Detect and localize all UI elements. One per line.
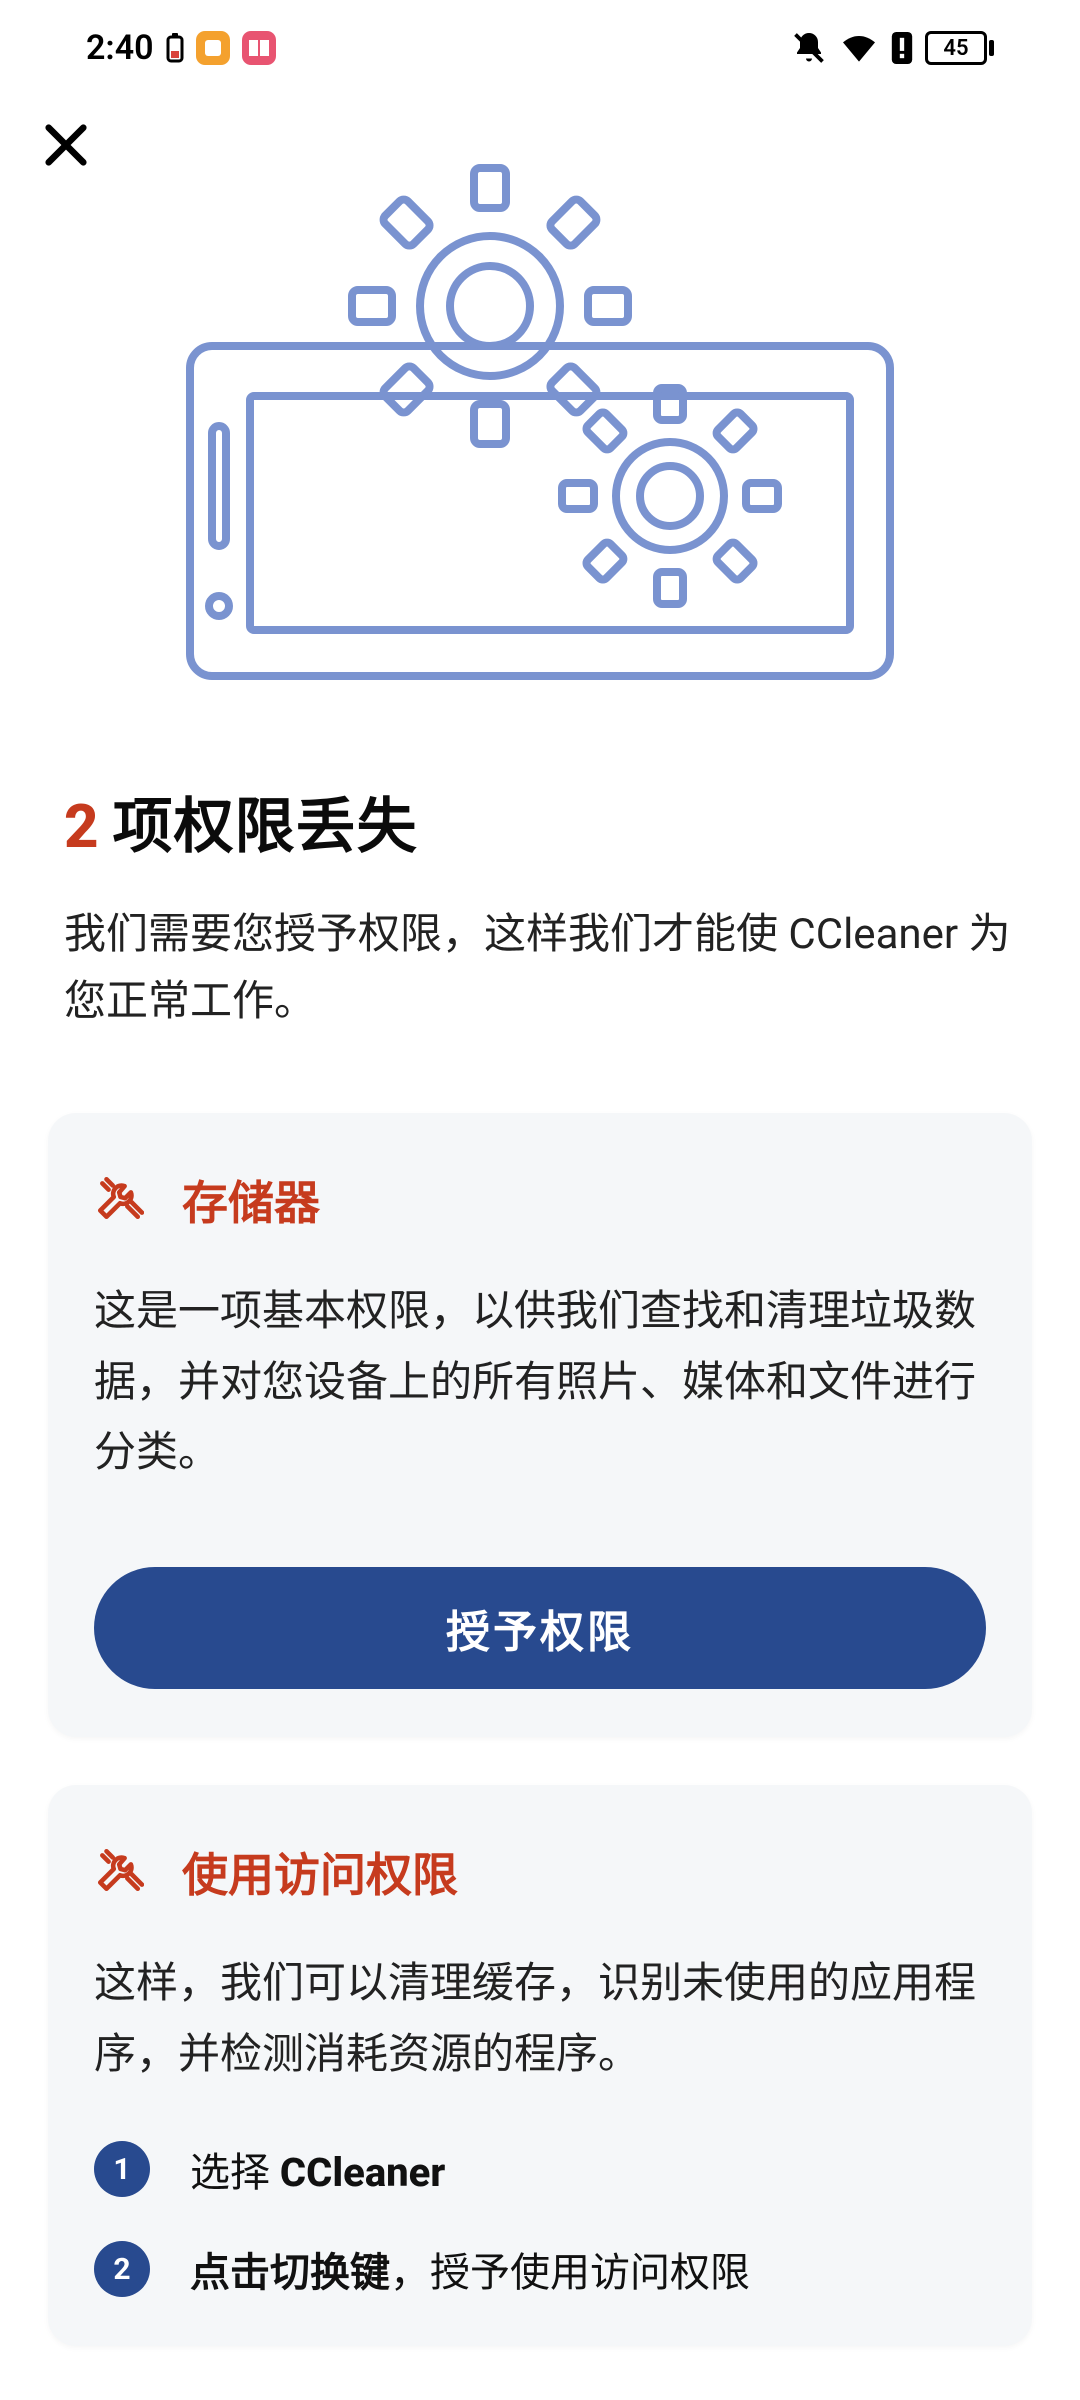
close-button[interactable] xyxy=(36,116,96,176)
missing-count: 2 xyxy=(64,791,99,862)
tools-icon xyxy=(94,1845,144,1899)
page-subtitle: 我们需要您授予权限，这样我们才能使 CCleaner 为您正常工作。 xyxy=(64,901,1016,1035)
usage-step-1: 1 选择 CCleaner xyxy=(94,2140,986,2198)
step-text: 点击切换键，授予使用访问权限 xyxy=(190,2240,750,2298)
page-title: 2 项权限丢失 xyxy=(64,778,1016,865)
status-left-cluster: 2:40 xyxy=(86,28,276,68)
permissions-illustration xyxy=(0,136,1080,696)
battery-low-icon xyxy=(166,33,184,63)
usage-steps: 1 选择 CCleaner 2 点击切换键，授予使用访问权限 xyxy=(94,2140,986,2298)
alert-icon xyxy=(891,32,913,64)
grant-storage-button[interactable]: 授予权限 xyxy=(94,1567,986,1689)
status-right-cluster: 45 xyxy=(791,30,994,66)
card-usage-desc: 这样，我们可以清理缓存，识别未使用的应用程序，并检测消耗资源的程序。 xyxy=(94,1949,986,2090)
card-storage: 存储器 这是一项基本权限，以供我们查找和清理垃圾数据，并对您设备上的所有照片、媒… xyxy=(48,1113,1032,1737)
clock-text: 2:40 xyxy=(86,28,154,68)
book-icon xyxy=(242,31,276,65)
battery-percent-text: 45 xyxy=(943,36,968,61)
step-text: 选择 CCleaner xyxy=(190,2140,445,2198)
card-storage-desc: 这是一项基本权限，以供我们查找和清理垃圾数据，并对您设备上的所有照片、媒体和文件… xyxy=(94,1277,986,1489)
usage-step-2: 2 点击切换键，授予使用访问权限 xyxy=(94,2240,986,2298)
wifi-icon xyxy=(839,32,879,64)
close-icon xyxy=(40,119,92,174)
step-number-badge: 2 xyxy=(94,2241,150,2297)
card-usage-title: 使用访问权限 xyxy=(182,1839,458,1905)
step-number-badge: 1 xyxy=(94,2141,150,2197)
card-storage-title: 存储器 xyxy=(182,1167,320,1233)
title-text: 项权限丢失 xyxy=(113,778,418,865)
app-badge-icon xyxy=(196,31,230,65)
status-bar: 2:40 45 xyxy=(0,0,1080,96)
mute-icon xyxy=(791,30,827,66)
card-usage-access: 使用访问权限 这样，我们可以清理缓存，识别未使用的应用程序，并检测消耗资源的程序… xyxy=(48,1785,1032,2346)
tools-icon xyxy=(94,1173,144,1227)
battery-icon: 45 xyxy=(925,31,994,65)
